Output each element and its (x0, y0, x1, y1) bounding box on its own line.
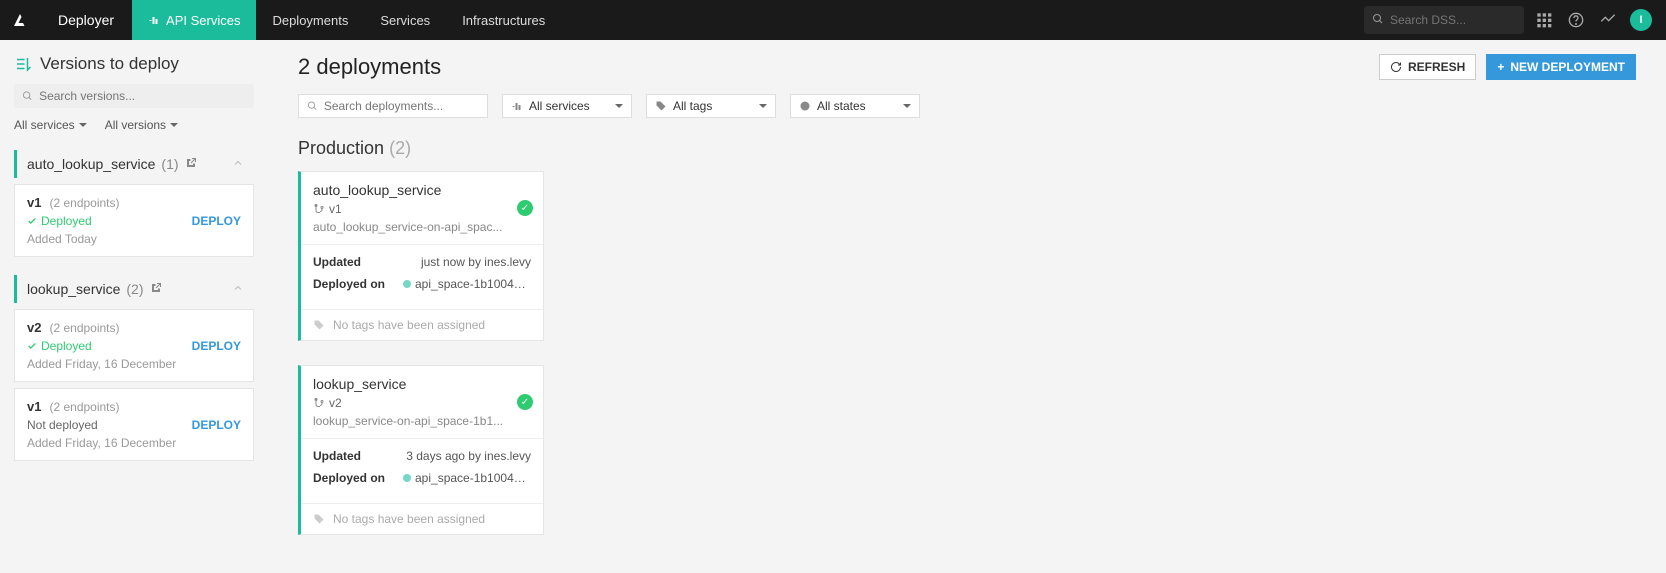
tag-icon (313, 513, 325, 525)
updated-label: Updated (313, 449, 393, 463)
status-ok-icon: ✓ (517, 394, 533, 410)
filter-tags[interactable]: All tags (646, 94, 776, 118)
deployment-card[interactable]: auto_lookup_service v1 auto_lookup_servi… (298, 171, 544, 341)
updated-value: just now by ines.levy (403, 255, 531, 269)
version-label: v2 (27, 320, 41, 335)
branch-icon (313, 397, 325, 409)
branch-icon (313, 203, 325, 215)
external-link-icon[interactable] (150, 281, 162, 297)
versions-icon (14, 55, 32, 73)
nav-tab-infrastructures[interactable]: Infrastructures (446, 0, 561, 40)
deploy-button[interactable]: DEPLOY (192, 339, 241, 353)
deployment-id: lookup_service-on-api_space-1b1... (313, 414, 531, 428)
global-search-input[interactable] (1390, 13, 1516, 27)
help-icon[interactable] (1566, 10, 1586, 30)
nav-tab-deployments[interactable]: Deployments (256, 0, 364, 40)
deployed-on-value: api_space-1b10045b-int2... (403, 277, 531, 291)
service-count: (1) (161, 156, 178, 172)
tag-icon (313, 319, 325, 331)
nav-tab-services[interactable]: Services (364, 0, 446, 40)
external-link-icon[interactable] (185, 156, 197, 172)
updated-label: Updated (313, 255, 393, 269)
app-logo[interactable] (0, 0, 40, 40)
search-icon (22, 90, 33, 102)
sidebar-filter-versions[interactable]: All versions (105, 118, 178, 132)
sidebar: Versions to deploy All services All vers… (0, 40, 268, 573)
service-header[interactable]: lookup_service (2) (14, 275, 254, 303)
deployments-search[interactable] (298, 94, 488, 118)
version-card[interactable]: v2(2 endpoints) Deployed Added Friday, 1… (14, 309, 254, 382)
search-icon (1372, 13, 1384, 28)
added-label: Added Friday, 16 December (27, 436, 241, 450)
deploy-button[interactable]: DEPLOY (192, 418, 241, 432)
search-icon (307, 100, 318, 112)
top-nav: Deployer API Services Deployments Servic… (0, 0, 1666, 40)
deployment-id: auto_lookup_service-on-api_spac... (313, 220, 531, 234)
deployed-on-label: Deployed on (313, 471, 393, 485)
endpoints-label: (2 endpoints) (49, 400, 119, 414)
sidebar-search[interactable] (14, 84, 254, 108)
service-header[interactable]: auto_lookup_service (1) (14, 150, 254, 178)
sidebar-filter-services[interactable]: All services (14, 118, 87, 132)
version-card[interactable]: v1(2 endpoints) Not deployed Added Frida… (14, 388, 254, 461)
deployment-card[interactable]: lookup_service v2 lookup_service-on-api_… (298, 365, 544, 535)
nav-tab-api-services[interactable]: API Services (132, 0, 256, 40)
caret-down-icon (170, 123, 178, 127)
caret-down-icon (615, 104, 623, 108)
deploy-button[interactable]: DEPLOY (192, 214, 241, 228)
endpoints-label: (2 endpoints) (49, 196, 119, 210)
added-label: Added Friday, 16 December (27, 357, 241, 371)
updated-value: 3 days ago by ines.levy (403, 449, 531, 463)
refresh-icon (1390, 61, 1402, 73)
service-icon (511, 100, 523, 112)
status-ok-icon: ✓ (517, 200, 533, 216)
filter-states[interactable]: All states (790, 94, 920, 118)
service-name: lookup_service (27, 281, 120, 297)
brand-label[interactable]: Deployer (40, 12, 132, 28)
version-card[interactable]: v1(2 endpoints) Deployed Added Today DEP… (14, 184, 254, 257)
plus-icon: + (1497, 60, 1504, 74)
section-title: Production (2) (298, 138, 1636, 159)
service-count: (2) (126, 281, 143, 297)
tag-icon (655, 100, 667, 112)
caret-down-icon (903, 104, 911, 108)
version-label: v1 (27, 399, 41, 414)
user-avatar[interactable]: I (1630, 9, 1652, 31)
apps-icon[interactable] (1534, 10, 1554, 30)
refresh-button[interactable]: REFRESH (1379, 54, 1476, 80)
filter-services[interactable]: All services (502, 94, 632, 118)
deployed-on-label: Deployed on (313, 277, 393, 291)
state-icon (799, 100, 811, 112)
deployments-search-input[interactable] (324, 99, 479, 113)
chevron-up-icon[interactable] (226, 282, 244, 297)
deployment-name: lookup_service (313, 376, 531, 392)
version-label: v1 (27, 195, 41, 210)
deployment-name: auto_lookup_service (313, 182, 531, 198)
chevron-up-icon[interactable] (226, 157, 244, 172)
deployed-on-value: api_space-1b10045b-int2... (403, 471, 531, 485)
new-deployment-button[interactable]: + NEW DEPLOYMENT (1486, 54, 1636, 80)
sidebar-title: Versions to deploy (14, 54, 254, 74)
deployment-version: v2 (313, 396, 531, 410)
global-search[interactable] (1364, 6, 1524, 34)
api-icon (148, 14, 160, 26)
tags-label: No tags have been assigned (333, 318, 485, 332)
sidebar-search-input[interactable] (39, 89, 246, 103)
caret-down-icon (79, 123, 87, 127)
added-label: Added Today (27, 232, 241, 246)
tags-label: No tags have been assigned (333, 512, 485, 526)
caret-down-icon (759, 104, 767, 108)
endpoints-label: (2 endpoints) (49, 321, 119, 335)
deployment-version: v1 (313, 202, 531, 216)
service-name: auto_lookup_service (27, 156, 155, 172)
activity-icon[interactable] (1598, 10, 1618, 30)
main-content: REFRESH + NEW DEPLOYMENT 2 deployments A… (268, 40, 1666, 573)
